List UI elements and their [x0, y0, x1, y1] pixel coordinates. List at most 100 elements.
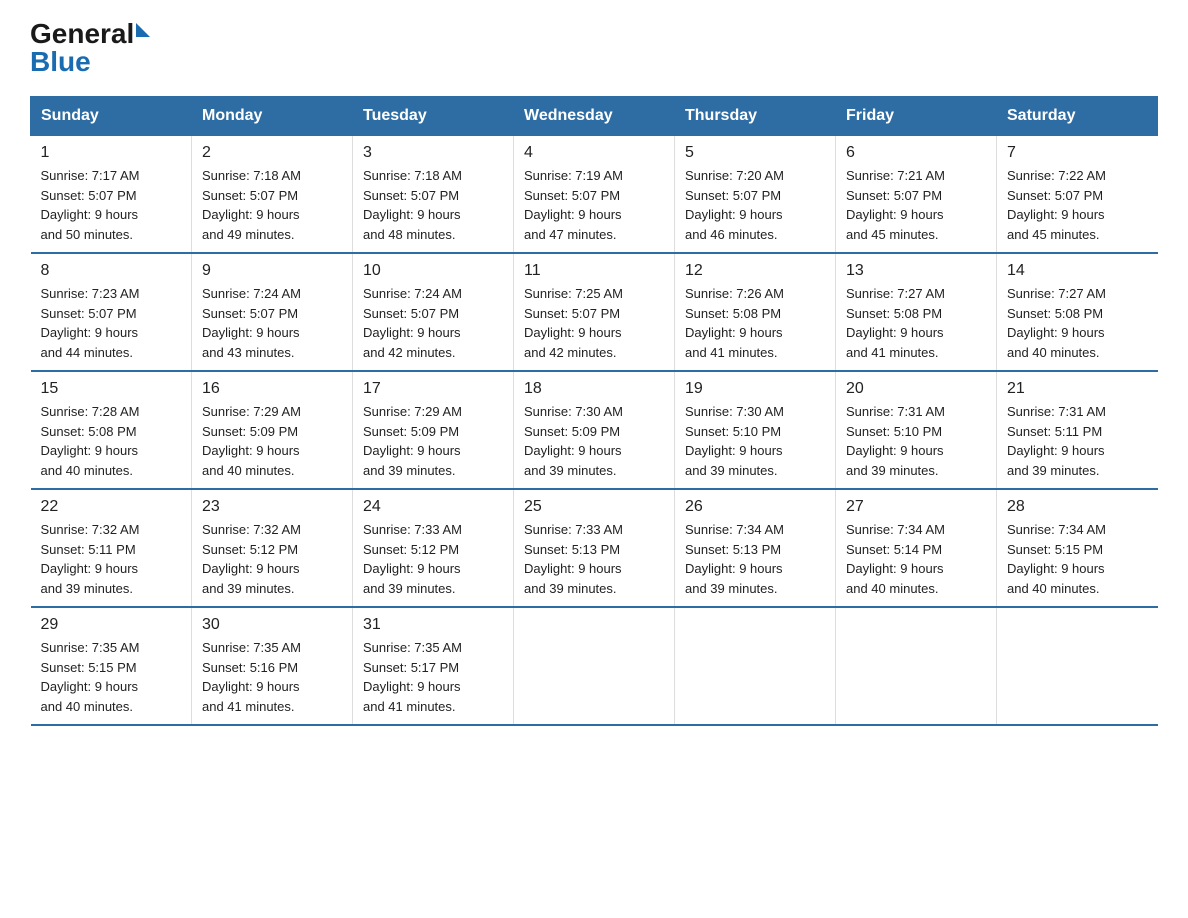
header-tuesday: Tuesday: [353, 97, 514, 136]
day-info: Sunrise: 7:20 AMSunset: 5:07 PMDaylight:…: [685, 166, 825, 244]
calendar-cell: 9 Sunrise: 7:24 AMSunset: 5:07 PMDaylight…: [192, 253, 353, 371]
day-info: Sunrise: 7:17 AMSunset: 5:07 PMDaylight:…: [41, 166, 182, 244]
day-info: Sunrise: 7:18 AMSunset: 5:07 PMDaylight:…: [363, 166, 503, 244]
day-info: Sunrise: 7:23 AMSunset: 5:07 PMDaylight:…: [41, 284, 182, 362]
day-info: Sunrise: 7:31 AMSunset: 5:10 PMDaylight:…: [846, 402, 986, 480]
calendar-cell: 30 Sunrise: 7:35 AMSunset: 5:16 PMDayligh…: [192, 607, 353, 725]
calendar-cell: 17 Sunrise: 7:29 AMSunset: 5:09 PMDayligh…: [353, 371, 514, 489]
calendar-cell: 14Sunrise: 7:27 AMSunset: 5:08 PMDayligh…: [997, 253, 1158, 371]
day-number: 24: [363, 498, 503, 516]
day-number: 12: [685, 262, 825, 280]
calendar-cell: 5 Sunrise: 7:20 AMSunset: 5:07 PMDaylight…: [675, 136, 836, 254]
day-info: Sunrise: 7:33 AMSunset: 5:13 PMDaylight:…: [524, 520, 664, 598]
calendar-cell: 8 Sunrise: 7:23 AMSunset: 5:07 PMDaylight…: [31, 253, 192, 371]
calendar-cell: 11 Sunrise: 7:25 AMSunset: 5:07 PMDayligh…: [514, 253, 675, 371]
day-number: 10: [363, 262, 503, 280]
day-info: Sunrise: 7:22 AMSunset: 5:07 PMDaylight:…: [1007, 166, 1148, 244]
calendar-cell: 27Sunrise: 7:34 AMSunset: 5:14 PMDayligh…: [836, 489, 997, 607]
day-number: 23: [202, 498, 342, 516]
day-number: 17: [363, 380, 503, 398]
page-header: General Blue: [30, 20, 1158, 76]
day-info: Sunrise: 7:30 AMSunset: 5:10 PMDaylight:…: [685, 402, 825, 480]
calendar-cell: 22 Sunrise: 7:32 AMSunset: 5:11 PMDayligh…: [31, 489, 192, 607]
calendar-cell: 1 Sunrise: 7:17 AMSunset: 5:07 PMDaylight…: [31, 136, 192, 254]
day-info: Sunrise: 7:35 AMSunset: 5:17 PMDaylight:…: [363, 638, 503, 716]
header-thursday: Thursday: [675, 97, 836, 136]
calendar-table: SundayMondayTuesdayWednesdayThursdayFrid…: [30, 96, 1158, 726]
logo-triangle-icon: [136, 23, 150, 37]
day-info: Sunrise: 7:24 AMSunset: 5:07 PMDaylight:…: [202, 284, 342, 362]
day-number: 15: [41, 380, 182, 398]
calendar-cell: 16 Sunrise: 7:29 AMSunset: 5:09 PMDayligh…: [192, 371, 353, 489]
calendar-cell: 6 Sunrise: 7:21 AMSunset: 5:07 PMDaylight…: [836, 136, 997, 254]
day-info: Sunrise: 7:25 AMSunset: 5:07 PMDaylight:…: [524, 284, 664, 362]
header-saturday: Saturday: [997, 97, 1158, 136]
day-number: 11: [524, 262, 664, 280]
day-number: 2: [202, 144, 342, 162]
calendar-cell: 21 Sunrise: 7:31 AMSunset: 5:11 PMDayligh…: [997, 371, 1158, 489]
day-number: 31: [363, 616, 503, 634]
day-info: Sunrise: 7:29 AMSunset: 5:09 PMDaylight:…: [202, 402, 342, 480]
day-info: Sunrise: 7:29 AMSunset: 5:09 PMDaylight:…: [363, 402, 503, 480]
calendar-cell: 26 Sunrise: 7:34 AMSunset: 5:13 PMDayligh…: [675, 489, 836, 607]
header-wednesday: Wednesday: [514, 97, 675, 136]
day-number: 29: [41, 616, 182, 634]
day-info: Sunrise: 7:32 AMSunset: 5:11 PMDaylight:…: [41, 520, 182, 598]
calendar-cell: 20 Sunrise: 7:31 AMSunset: 5:10 PMDayligh…: [836, 371, 997, 489]
calendar-cell: 13 Sunrise: 7:27 AMSunset: 5:08 PMDayligh…: [836, 253, 997, 371]
day-info: Sunrise: 7:21 AMSunset: 5:07 PMDaylight:…: [846, 166, 986, 244]
day-info: Sunrise: 7:34 AMSunset: 5:13 PMDaylight:…: [685, 520, 825, 598]
day-number: 27: [846, 498, 986, 516]
day-info: Sunrise: 7:35 AMSunset: 5:16 PMDaylight:…: [202, 638, 342, 716]
day-info: Sunrise: 7:31 AMSunset: 5:11 PMDaylight:…: [1007, 402, 1148, 480]
week-row-1: 1 Sunrise: 7:17 AMSunset: 5:07 PMDaylight…: [31, 136, 1158, 254]
day-info: Sunrise: 7:32 AMSunset: 5:12 PMDaylight:…: [202, 520, 342, 598]
day-info: Sunrise: 7:19 AMSunset: 5:07 PMDaylight:…: [524, 166, 664, 244]
day-number: 26: [685, 498, 825, 516]
day-info: Sunrise: 7:27 AMSunset: 5:08 PMDaylight:…: [1007, 284, 1148, 362]
calendar-cell: 31 Sunrise: 7:35 AMSunset: 5:17 PMDayligh…: [353, 607, 514, 725]
calendar-cell: 28 Sunrise: 7:34 AMSunset: 5:15 PMDayligh…: [997, 489, 1158, 607]
week-row-2: 8 Sunrise: 7:23 AMSunset: 5:07 PMDaylight…: [31, 253, 1158, 371]
day-number: 1: [41, 144, 182, 162]
calendar-cell: 19 Sunrise: 7:30 AMSunset: 5:10 PMDayligh…: [675, 371, 836, 489]
week-row-4: 22 Sunrise: 7:32 AMSunset: 5:11 PMDayligh…: [31, 489, 1158, 607]
day-number: 9: [202, 262, 342, 280]
calendar-cell: [997, 607, 1158, 725]
calendar-cell: 15Sunrise: 7:28 AMSunset: 5:08 PMDayligh…: [31, 371, 192, 489]
logo-general-text: General: [30, 18, 134, 49]
calendar-cell: 23 Sunrise: 7:32 AMSunset: 5:12 PMDayligh…: [192, 489, 353, 607]
day-number: 21: [1007, 380, 1148, 398]
day-number: 22: [41, 498, 182, 516]
day-number: 5: [685, 144, 825, 162]
day-info: Sunrise: 7:24 AMSunset: 5:07 PMDaylight:…: [363, 284, 503, 362]
day-info: Sunrise: 7:34 AMSunset: 5:15 PMDaylight:…: [1007, 520, 1148, 598]
calendar-cell: 7Sunrise: 7:22 AMSunset: 5:07 PMDaylight…: [997, 136, 1158, 254]
day-number: 28: [1007, 498, 1148, 516]
day-info: Sunrise: 7:33 AMSunset: 5:12 PMDaylight:…: [363, 520, 503, 598]
calendar-cell: 2 Sunrise: 7:18 AMSunset: 5:07 PMDaylight…: [192, 136, 353, 254]
day-number: 30: [202, 616, 342, 634]
day-number: 20: [846, 380, 986, 398]
calendar-cell: [675, 607, 836, 725]
calendar-cell: [514, 607, 675, 725]
day-number: 6: [846, 144, 986, 162]
calendar-cell: 24 Sunrise: 7:33 AMSunset: 5:12 PMDayligh…: [353, 489, 514, 607]
day-number: 19: [685, 380, 825, 398]
day-info: Sunrise: 7:18 AMSunset: 5:07 PMDaylight:…: [202, 166, 342, 244]
calendar-cell: 12 Sunrise: 7:26 AMSunset: 5:08 PMDayligh…: [675, 253, 836, 371]
day-number: 25: [524, 498, 664, 516]
day-number: 16: [202, 380, 342, 398]
day-number: 4: [524, 144, 664, 162]
calendar-cell: 10 Sunrise: 7:24 AMSunset: 5:07 PMDayligh…: [353, 253, 514, 371]
day-info: Sunrise: 7:26 AMSunset: 5:08 PMDaylight:…: [685, 284, 825, 362]
header-monday: Monday: [192, 97, 353, 136]
day-info: Sunrise: 7:30 AMSunset: 5:09 PMDaylight:…: [524, 402, 664, 480]
calendar-cell: [836, 607, 997, 725]
calendar-cell: 3Sunrise: 7:18 AMSunset: 5:07 PMDaylight…: [353, 136, 514, 254]
day-info: Sunrise: 7:27 AMSunset: 5:08 PMDaylight:…: [846, 284, 986, 362]
day-number: 13: [846, 262, 986, 280]
calendar-cell: 18Sunrise: 7:30 AMSunset: 5:09 PMDayligh…: [514, 371, 675, 489]
day-number: 8: [41, 262, 182, 280]
calendar-header-row: SundayMondayTuesdayWednesdayThursdayFrid…: [31, 97, 1158, 136]
